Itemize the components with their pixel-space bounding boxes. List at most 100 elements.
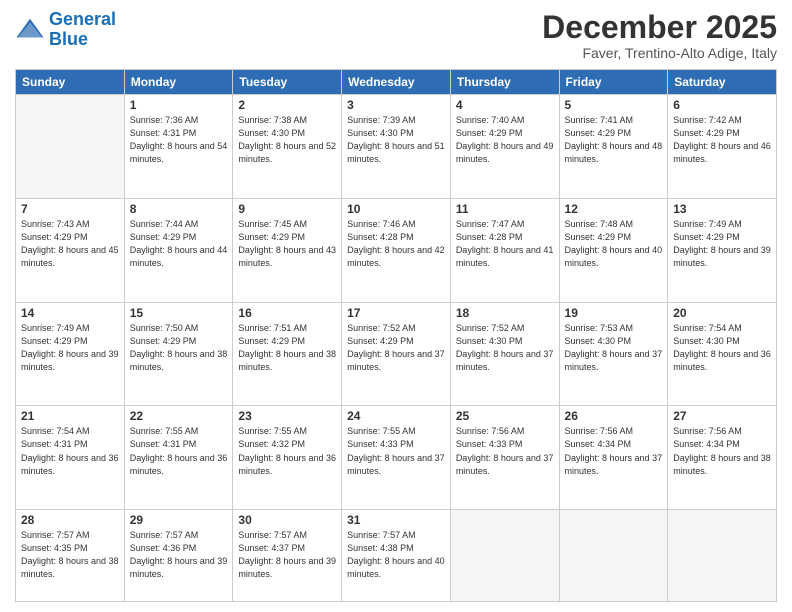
calendar-cell: 1 Sunrise: 7:36 AM Sunset: 4:31 PM Daylig…: [124, 95, 233, 199]
logo: General Blue: [15, 10, 116, 50]
calendar-cell: 28Sunrise: 7:57 AM Sunset: 4:35 PM Dayli…: [16, 510, 125, 602]
calendar-week-5: 28Sunrise: 7:57 AM Sunset: 4:35 PM Dayli…: [16, 510, 777, 602]
title-block: December 2025 Faver, Trentino-Alto Adige…: [542, 10, 777, 61]
day-info: Sunrise: 7:44 AM Sunset: 4:29 PM Dayligh…: [130, 218, 228, 270]
day-info: Sunrise: 7:42 AM Sunset: 4:29 PM Dayligh…: [673, 114, 771, 166]
calendar-cell: 5 Sunrise: 7:41 AM Sunset: 4:29 PM Daylig…: [559, 95, 668, 199]
col-header-sunday: Sunday: [16, 70, 125, 95]
day-number: 2: [238, 98, 336, 112]
day-info: Sunrise: 7:55 AM Sunset: 4:31 PM Dayligh…: [130, 425, 228, 477]
day-number: 9: [238, 202, 336, 216]
day-number: 19: [565, 306, 663, 320]
day-number: 24: [347, 409, 445, 423]
day-info: Sunrise: 7:49 AM Sunset: 4:29 PM Dayligh…: [673, 218, 771, 270]
day-info: Sunrise: 7:46 AM Sunset: 4:28 PM Dayligh…: [347, 218, 445, 270]
col-header-saturday: Saturday: [668, 70, 777, 95]
calendar-cell: 22 Sunrise: 7:55 AM Sunset: 4:31 PM Dayli…: [124, 406, 233, 510]
day-number: 26: [565, 409, 663, 423]
day-info: Sunrise: 7:55 AM Sunset: 4:33 PM Dayligh…: [347, 425, 445, 477]
day-number: 25: [456, 409, 554, 423]
calendar-cell: 3Sunrise: 7:39 AM Sunset: 4:30 PM Daylig…: [342, 95, 451, 199]
calendar-cell: 31Sunrise: 7:57 AM Sunset: 4:38 PM Dayli…: [342, 510, 451, 602]
day-number: 5: [565, 98, 663, 112]
calendar-cell: 2Sunrise: 7:38 AM Sunset: 4:30 PM Daylig…: [233, 95, 342, 199]
logo-line1: General: [49, 9, 116, 29]
logo-line2: Blue: [49, 29, 88, 49]
calendar-cell: 7Sunrise: 7:43 AM Sunset: 4:29 PM Daylig…: [16, 198, 125, 302]
calendar-cell: 26 Sunrise: 7:56 AM Sunset: 4:34 PM Dayli…: [559, 406, 668, 510]
day-info: Sunrise: 7:48 AM Sunset: 4:29 PM Dayligh…: [565, 218, 663, 270]
day-number: 29: [130, 513, 228, 527]
day-number: 21: [21, 409, 119, 423]
day-number: 20: [673, 306, 771, 320]
calendar-cell: 25 Sunrise: 7:56 AM Sunset: 4:33 PM Dayli…: [450, 406, 559, 510]
calendar-cell: 19 Sunrise: 7:53 AM Sunset: 4:30 PM Dayli…: [559, 302, 668, 406]
day-info: Sunrise: 7:56 AM Sunset: 4:33 PM Dayligh…: [456, 425, 554, 477]
calendar-cell: 21 Sunrise: 7:54 AM Sunset: 4:31 PM Dayli…: [16, 406, 125, 510]
day-number: 11: [456, 202, 554, 216]
col-header-wednesday: Wednesday: [342, 70, 451, 95]
calendar-cell: 16Sunrise: 7:51 AM Sunset: 4:29 PM Dayli…: [233, 302, 342, 406]
day-number: 18: [456, 306, 554, 320]
calendar-cell: 13Sunrise: 7:49 AM Sunset: 4:29 PM Dayli…: [668, 198, 777, 302]
day-info: Sunrise: 7:51 AM Sunset: 4:29 PM Dayligh…: [238, 322, 336, 374]
day-info: Sunrise: 7:55 AM Sunset: 4:32 PM Dayligh…: [238, 425, 336, 477]
header: General Blue December 2025 Faver, Trenti…: [15, 10, 777, 61]
calendar-cell: [16, 95, 125, 199]
calendar-cell: 6 Sunrise: 7:42 AM Sunset: 4:29 PM Daylig…: [668, 95, 777, 199]
day-number: 6: [673, 98, 771, 112]
calendar-cell: 29 Sunrise: 7:57 AM Sunset: 4:36 PM Dayli…: [124, 510, 233, 602]
day-info: Sunrise: 7:36 AM Sunset: 4:31 PM Dayligh…: [130, 114, 228, 166]
day-number: 30: [238, 513, 336, 527]
day-info: Sunrise: 7:56 AM Sunset: 4:34 PM Dayligh…: [565, 425, 663, 477]
calendar-cell: [559, 510, 668, 602]
day-info: Sunrise: 7:40 AM Sunset: 4:29 PM Dayligh…: [456, 114, 554, 166]
day-info: Sunrise: 7:47 AM Sunset: 4:28 PM Dayligh…: [456, 218, 554, 270]
page: General Blue December 2025 Faver, Trenti…: [0, 0, 792, 612]
day-number: 8: [130, 202, 228, 216]
calendar-cell: 27Sunrise: 7:56 AM Sunset: 4:34 PM Dayli…: [668, 406, 777, 510]
calendar-cell: 17 Sunrise: 7:52 AM Sunset: 4:29 PM Dayli…: [342, 302, 451, 406]
calendar-header-row: SundayMondayTuesdayWednesdayThursdayFrid…: [16, 70, 777, 95]
calendar-week-3: 14 Sunrise: 7:49 AM Sunset: 4:29 PM Dayli…: [16, 302, 777, 406]
col-header-monday: Monday: [124, 70, 233, 95]
calendar-week-2: 7Sunrise: 7:43 AM Sunset: 4:29 PM Daylig…: [16, 198, 777, 302]
calendar-cell: [668, 510, 777, 602]
day-info: Sunrise: 7:52 AM Sunset: 4:30 PM Dayligh…: [456, 322, 554, 374]
day-info: Sunrise: 7:54 AM Sunset: 4:30 PM Dayligh…: [673, 322, 771, 374]
calendar-week-1: 1 Sunrise: 7:36 AM Sunset: 4:31 PM Daylig…: [16, 95, 777, 199]
logo-text: General Blue: [49, 10, 116, 50]
day-info: Sunrise: 7:54 AM Sunset: 4:31 PM Dayligh…: [21, 425, 119, 477]
calendar-cell: 30 Sunrise: 7:57 AM Sunset: 4:37 PM Dayli…: [233, 510, 342, 602]
calendar-cell: 24 Sunrise: 7:55 AM Sunset: 4:33 PM Dayli…: [342, 406, 451, 510]
calendar-cell: 23Sunrise: 7:55 AM Sunset: 4:32 PM Dayli…: [233, 406, 342, 510]
day-info: Sunrise: 7:57 AM Sunset: 4:35 PM Dayligh…: [21, 529, 119, 581]
day-info: Sunrise: 7:57 AM Sunset: 4:37 PM Dayligh…: [238, 529, 336, 581]
col-header-friday: Friday: [559, 70, 668, 95]
day-number: 22: [130, 409, 228, 423]
day-number: 4: [456, 98, 554, 112]
calendar-cell: 10 Sunrise: 7:46 AM Sunset: 4:28 PM Dayli…: [342, 198, 451, 302]
day-info: Sunrise: 7:52 AM Sunset: 4:29 PM Dayligh…: [347, 322, 445, 374]
day-number: 1: [130, 98, 228, 112]
calendar-cell: 9 Sunrise: 7:45 AM Sunset: 4:29 PM Daylig…: [233, 198, 342, 302]
main-title: December 2025: [542, 10, 777, 45]
day-number: 12: [565, 202, 663, 216]
day-info: Sunrise: 7:57 AM Sunset: 4:36 PM Dayligh…: [130, 529, 228, 581]
col-header-tuesday: Tuesday: [233, 70, 342, 95]
day-number: 17: [347, 306, 445, 320]
day-info: Sunrise: 7:57 AM Sunset: 4:38 PM Dayligh…: [347, 529, 445, 581]
calendar-cell: 14 Sunrise: 7:49 AM Sunset: 4:29 PM Dayli…: [16, 302, 125, 406]
calendar-cell: 18 Sunrise: 7:52 AM Sunset: 4:30 PM Dayli…: [450, 302, 559, 406]
day-info: Sunrise: 7:53 AM Sunset: 4:30 PM Dayligh…: [565, 322, 663, 374]
day-info: Sunrise: 7:41 AM Sunset: 4:29 PM Dayligh…: [565, 114, 663, 166]
day-number: 14: [21, 306, 119, 320]
day-info: Sunrise: 7:45 AM Sunset: 4:29 PM Dayligh…: [238, 218, 336, 270]
calendar-cell: 11 Sunrise: 7:47 AM Sunset: 4:28 PM Dayli…: [450, 198, 559, 302]
day-number: 7: [21, 202, 119, 216]
day-number: 15: [130, 306, 228, 320]
col-header-thursday: Thursday: [450, 70, 559, 95]
day-number: 10: [347, 202, 445, 216]
day-info: Sunrise: 7:49 AM Sunset: 4:29 PM Dayligh…: [21, 322, 119, 374]
calendar-cell: 4 Sunrise: 7:40 AM Sunset: 4:29 PM Daylig…: [450, 95, 559, 199]
